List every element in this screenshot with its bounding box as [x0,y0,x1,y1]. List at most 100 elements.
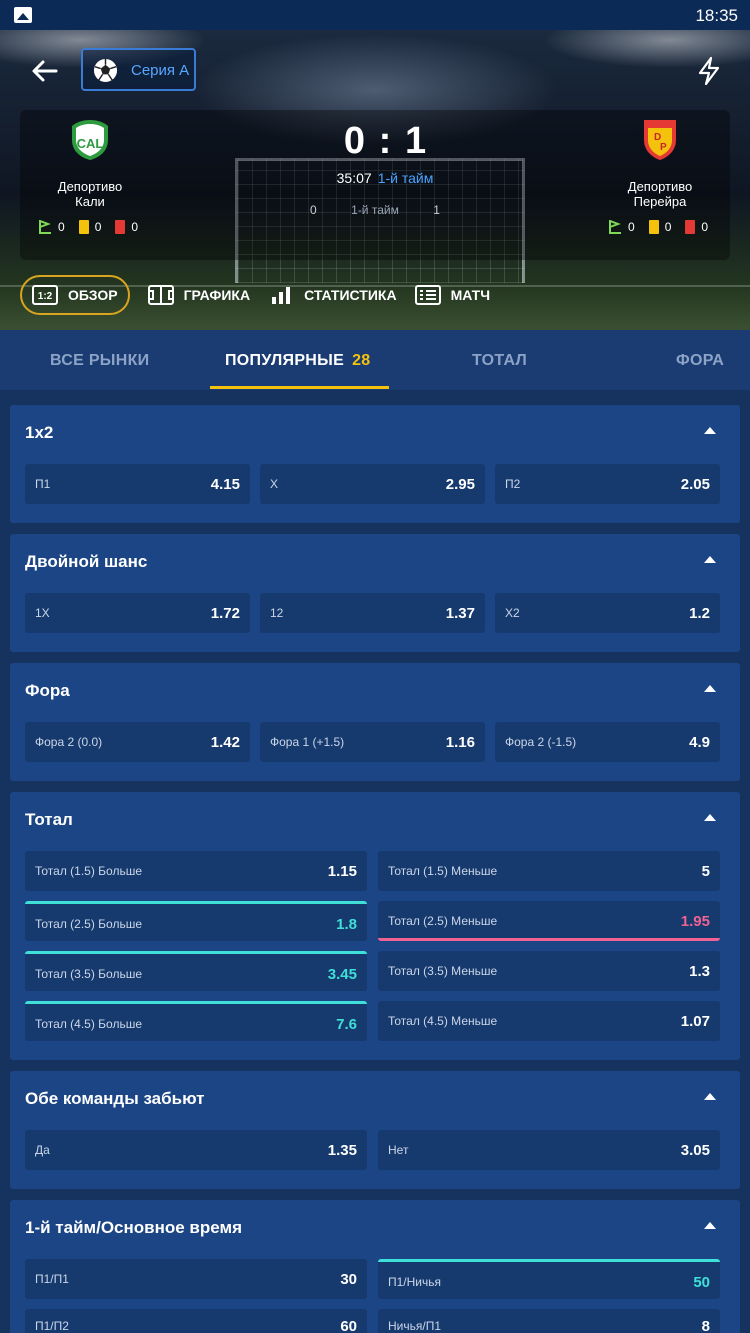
home-yellow-cards: 0 [94,220,102,234]
odds-value: 1.3 [689,963,710,980]
tab-all-markets[interactable]: ВСЕ РЫНКИ [50,352,149,370]
collapse-caret-icon[interactable] [704,427,716,434]
odds-value: 1.35 [327,1142,357,1159]
odds-cell[interactable]: Тотал (1.5) Меньше 5 [378,851,720,891]
bar-chart-icon [272,287,291,304]
odds-value: 1.8 [336,916,357,933]
active-tab-indicator [210,386,389,389]
odds-cell[interactable]: П1/П2 60 [25,1309,367,1333]
odds-value: 1.72 [210,605,240,622]
odds-cell[interactable]: Да 1.35 [25,1130,367,1170]
odds-label: Да [35,1143,50,1157]
score-away: 1 [405,120,427,162]
away-team: D P Депортиво Перейра [585,118,735,209]
section-title: Двойной шанс [25,552,148,571]
collapse-caret-icon[interactable] [704,1093,716,1100]
yellow-card-icon [648,220,659,234]
list-icon [414,285,441,305]
odds-label: Фора 2 (0.0) [35,735,103,749]
half-score: 0 1-й тайм 1 [310,203,440,217]
odds-value: 2.05 [680,476,710,493]
odds-cell-rising[interactable]: Тотал (4.5) Больше 7.6 [25,1001,367,1041]
odds-value: 60 [340,1318,357,1333]
odds-label: П1/П1 [35,1272,69,1286]
yellow-card-icon [78,220,89,234]
market-handicap: Фора Фора 2 (0.0) 1.42 Фора 1 (+1.5) 1.16 … [10,663,740,781]
odds-cell[interactable]: Тотал (3.5) Меньше 1.3 [378,951,720,991]
status-bar: 18:35 [0,0,750,30]
home-team-stats: 0 0 0 [38,220,146,234]
tab-overview[interactable]: 1:2 ОБЗОР [20,275,130,315]
tab-graphics-label: ГРАФИКА [183,287,251,303]
home-team: CAL Депортиво Кали [15,118,165,209]
score-panel: CAL Депортиво Кали 0 0 0 0:1 35:07 1-й та… [20,110,730,260]
tab-popular[interactable]: ПОПУЛЯРНЫЕ 28 [225,352,370,370]
half-label: 1-й тайм [351,203,399,217]
match-view-tabs: 1:2 ОБЗОР ГРАФИКА СТАТИСТИКА МАТЧ [20,274,508,316]
market-tabs: ВСЕ РЫНКИ ПОПУЛЯРНЫЕ 28 ТОТАЛ ФОРА [0,330,750,390]
tab-total[interactable]: ТОТАЛ [472,352,527,370]
away-team-logo: D P [644,120,676,160]
tab-popular-count: 28 [352,352,371,369]
odds-cell[interactable]: П1/П1 30 [25,1259,367,1299]
lightning-icon[interactable] [696,56,722,86]
home-team-logo: CAL [72,120,108,160]
odds-cell[interactable]: 1X 1.72 [25,593,250,633]
tab-graphics[interactable]: ГРАФИКА [147,275,251,315]
image-notification-icon [14,7,32,23]
odds-cell[interactable]: Ничья/П1 8 [378,1309,720,1333]
odds-cell-falling[interactable]: Тотал (2.5) Меньше 1.95 [378,901,720,941]
odds-value: 7.6 [336,1016,357,1033]
odds-value: 50 [693,1274,710,1291]
back-arrow-icon[interactable] [30,56,60,86]
odds-cell[interactable]: Фора 2 (-1.5) 4.9 [495,722,720,762]
odds-cell[interactable]: X 2.95 [260,464,485,504]
odds-cell-rising[interactable]: Тотал (3.5) Больше 3.45 [25,951,367,991]
collapse-caret-icon[interactable] [704,556,716,563]
tab-overview-label: ОБЗОР [68,287,118,303]
odds-value: 1.95 [680,913,710,930]
section-title: 1x2 [25,423,54,442]
odds-label: Тотал (1.5) Меньше [388,864,498,878]
score-home: 0 [343,120,365,162]
odds-cell[interactable]: П1 4.15 [25,464,250,504]
odds-cell[interactable]: X2 1.2 [495,593,720,633]
collapse-caret-icon[interactable] [704,1222,716,1229]
odds-cell[interactable]: Нет 3.05 [378,1130,720,1170]
odds-label: Фора 1 (+1.5) [270,735,345,749]
odds-cell[interactable]: Фора 1 (+1.5) 1.16 [260,722,485,762]
away-team-name-line1: Депортиво [627,179,693,194]
market-halftime-fulltime: 1-й тайм/Основное время П1/П1 30 П1/Ничья… [10,1200,740,1333]
collapse-caret-icon[interactable] [704,685,716,692]
collapse-caret-icon[interactable] [704,814,716,821]
odds-cell[interactable]: Тотал (4.5) Меньше 1.07 [378,1001,720,1041]
match-header: Серия А CAL Депортиво Кали 0 0 0 0:1 35:… [0,30,750,330]
league-chip[interactable]: Серия А [81,48,196,91]
odds-value: 5 [701,863,710,880]
odds-value: 2.95 [445,476,475,493]
odds-value: 1.07 [680,1013,710,1030]
tab-match[interactable]: МАТЧ [414,275,491,315]
status-time: 18:35 [695,6,738,25]
tab-handicap[interactable]: ФОРА [676,352,724,370]
odds-cell-rising[interactable]: П1/Ничья 50 [378,1259,720,1299]
section-title: Фора [25,681,70,700]
tab-statistics[interactable]: СТАТИСТИКА [268,275,397,315]
odds-cell[interactable]: П2 2.05 [495,464,720,504]
odds-cell-rising[interactable]: Тотал (2.5) Больше 1.8 [25,901,367,941]
odds-cell[interactable]: 12 1.37 [260,593,485,633]
odds-label: Тотал (4.5) Больше [35,1017,143,1031]
odds-cell[interactable]: Фора 2 (0.0) 1.42 [25,722,250,762]
odds-label: П1 [35,477,51,491]
tab-match-label: МАТЧ [450,287,491,303]
svg-text:1:2: 1:2 [38,291,53,302]
clock-time: 35:07 [336,170,372,186]
odds-value: 1.42 [210,734,240,751]
odds-label: Тотал (3.5) Больше [35,967,143,981]
odds-cell[interactable]: Тотал (1.5) Больше 1.15 [25,851,367,891]
odds-label: Тотал (1.5) Больше [35,864,143,878]
away-team-name-line2: Перейра [633,194,687,209]
odds-label: X [270,477,279,491]
odds-label: Нет [388,1143,409,1157]
odds-value: 3.05 [680,1142,710,1159]
